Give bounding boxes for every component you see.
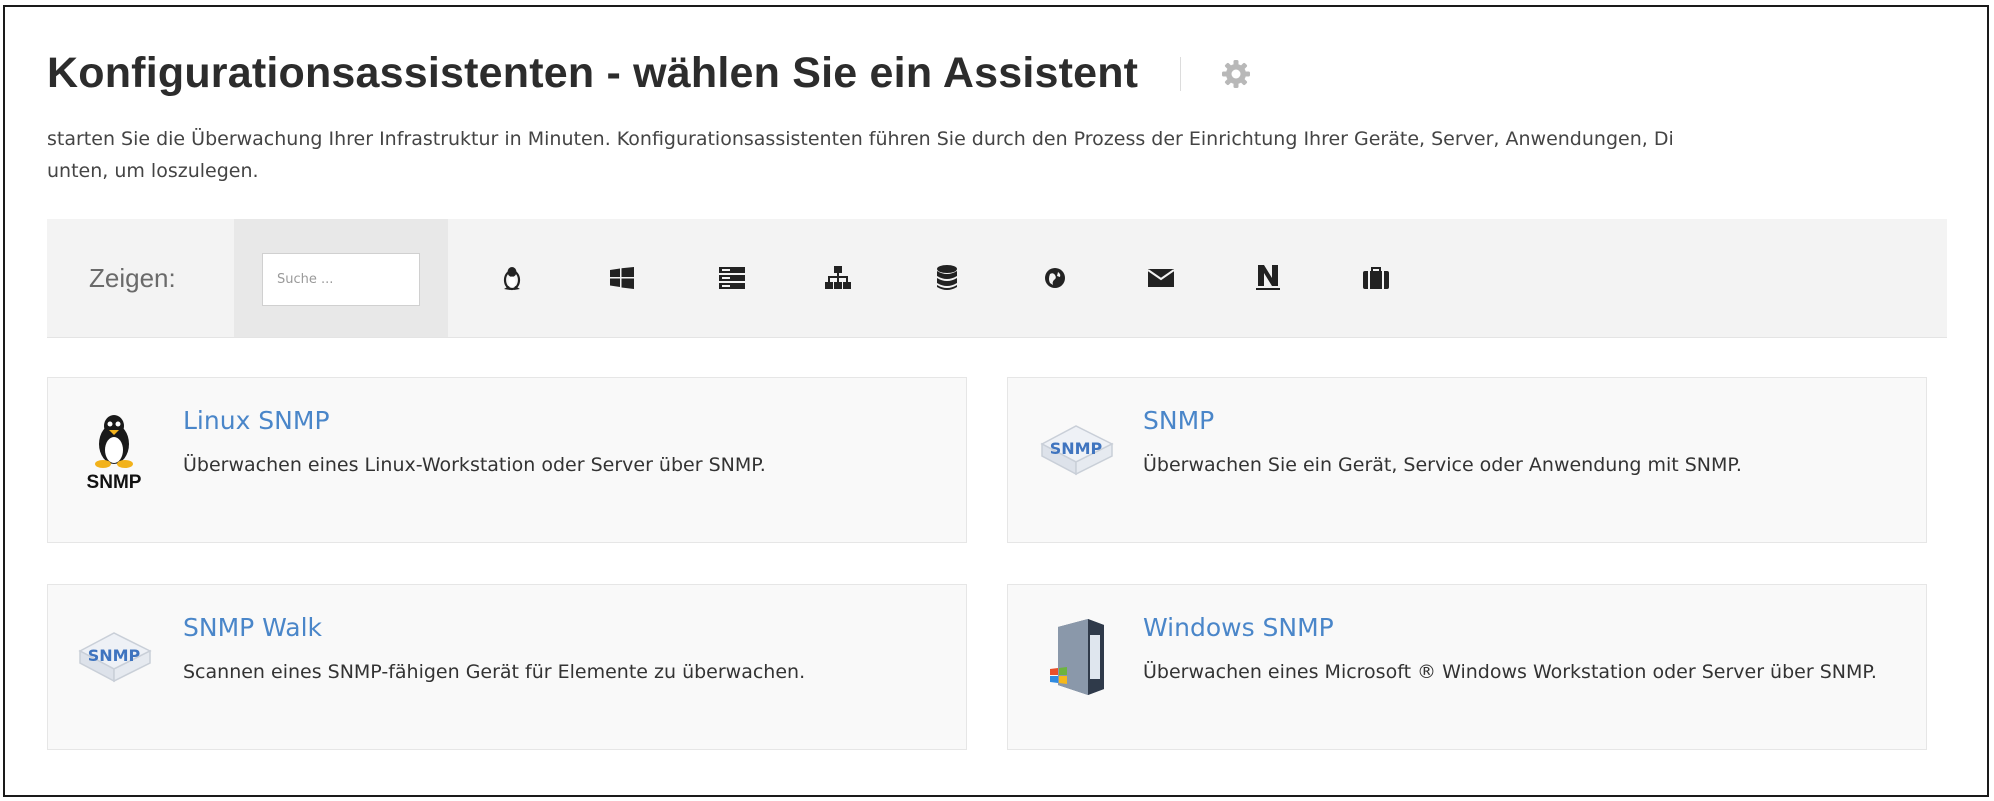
windows-server-icon xyxy=(1050,619,1104,695)
globe-icon[interactable] xyxy=(1040,265,1070,291)
intro-line-2: unten, um loszulegen. xyxy=(47,160,259,182)
wizard-title-linux-snmp[interactable]: Linux SNMP xyxy=(183,406,330,435)
wizard-title-windows-snmp[interactable]: Windows SNMP xyxy=(1143,613,1334,642)
linux-icon[interactable] xyxy=(497,265,527,291)
search-container xyxy=(234,219,448,337)
wizard-title-snmp-walk[interactable]: SNMP Walk xyxy=(183,613,322,642)
svg-text:SNMP: SNMP xyxy=(88,646,141,665)
wizard-title-snmp[interactable]: SNMP xyxy=(1143,406,1214,435)
mail-icon[interactable] xyxy=(1146,265,1176,291)
title-divider xyxy=(1180,56,1182,91)
nagios-icon[interactable] xyxy=(1253,265,1283,291)
intro-line-1: starten Sie die Überwachung Ihrer Infras… xyxy=(47,128,1674,150)
wizard-description: Scannen eines SNMP-fähigen Gerät für Ele… xyxy=(183,661,806,683)
wizard-description: Überwachen eines Linux-Workstation oder … xyxy=(183,454,766,476)
filter-bar: Zeigen: xyxy=(47,219,1947,338)
svg-text:SNMP: SNMP xyxy=(1050,439,1103,458)
briefcase-icon[interactable] xyxy=(1361,265,1391,291)
gear-icon[interactable] xyxy=(1219,57,1253,91)
network-icon[interactable] xyxy=(823,265,853,291)
page-title: Konfigurationsassistenten - wählen Sie e… xyxy=(47,49,1139,97)
intro-text: starten Sie die Überwachung Ihrer Infras… xyxy=(47,123,1967,187)
wizard-card-linux-snmp[interactable]: SNMP Linux SNMP Überwachen eines Linux-W… xyxy=(47,377,967,543)
search-input[interactable] xyxy=(262,253,420,306)
wizard-card-snmp-walk[interactable]: SNMP SNMP Walk Scannen eines SNMP-fähige… xyxy=(47,584,967,750)
wizard-card-windows-snmp[interactable]: Windows SNMP Überwachen eines Microsoft … xyxy=(1007,584,1927,750)
wizard-card-snmp[interactable]: SNMP SNMP Überwachen Sie ein Gerät, Serv… xyxy=(1007,377,1927,543)
header: Konfigurationsassistenten - wählen Sie e… xyxy=(47,49,1253,98)
server-icon[interactable] xyxy=(717,265,747,291)
snmp-icon: SNMP xyxy=(1040,425,1114,476)
wizard-description: Überwachen Sie ein Gerät, Service oder A… xyxy=(1143,454,1742,476)
windows-icon[interactable] xyxy=(607,265,637,291)
database-icon[interactable] xyxy=(932,265,962,291)
svg-text:SNMP: SNMP xyxy=(87,472,142,490)
linux-snmp-icon: SNMP xyxy=(87,415,142,490)
wizard-page: Konfigurationsassistenten - wählen Sie e… xyxy=(3,5,1989,797)
snmp-walk-icon: SNMP xyxy=(78,632,152,683)
wizard-description: Überwachen eines Microsoft ® Windows Wor… xyxy=(1143,661,1877,683)
show-label: Zeigen: xyxy=(89,263,176,293)
